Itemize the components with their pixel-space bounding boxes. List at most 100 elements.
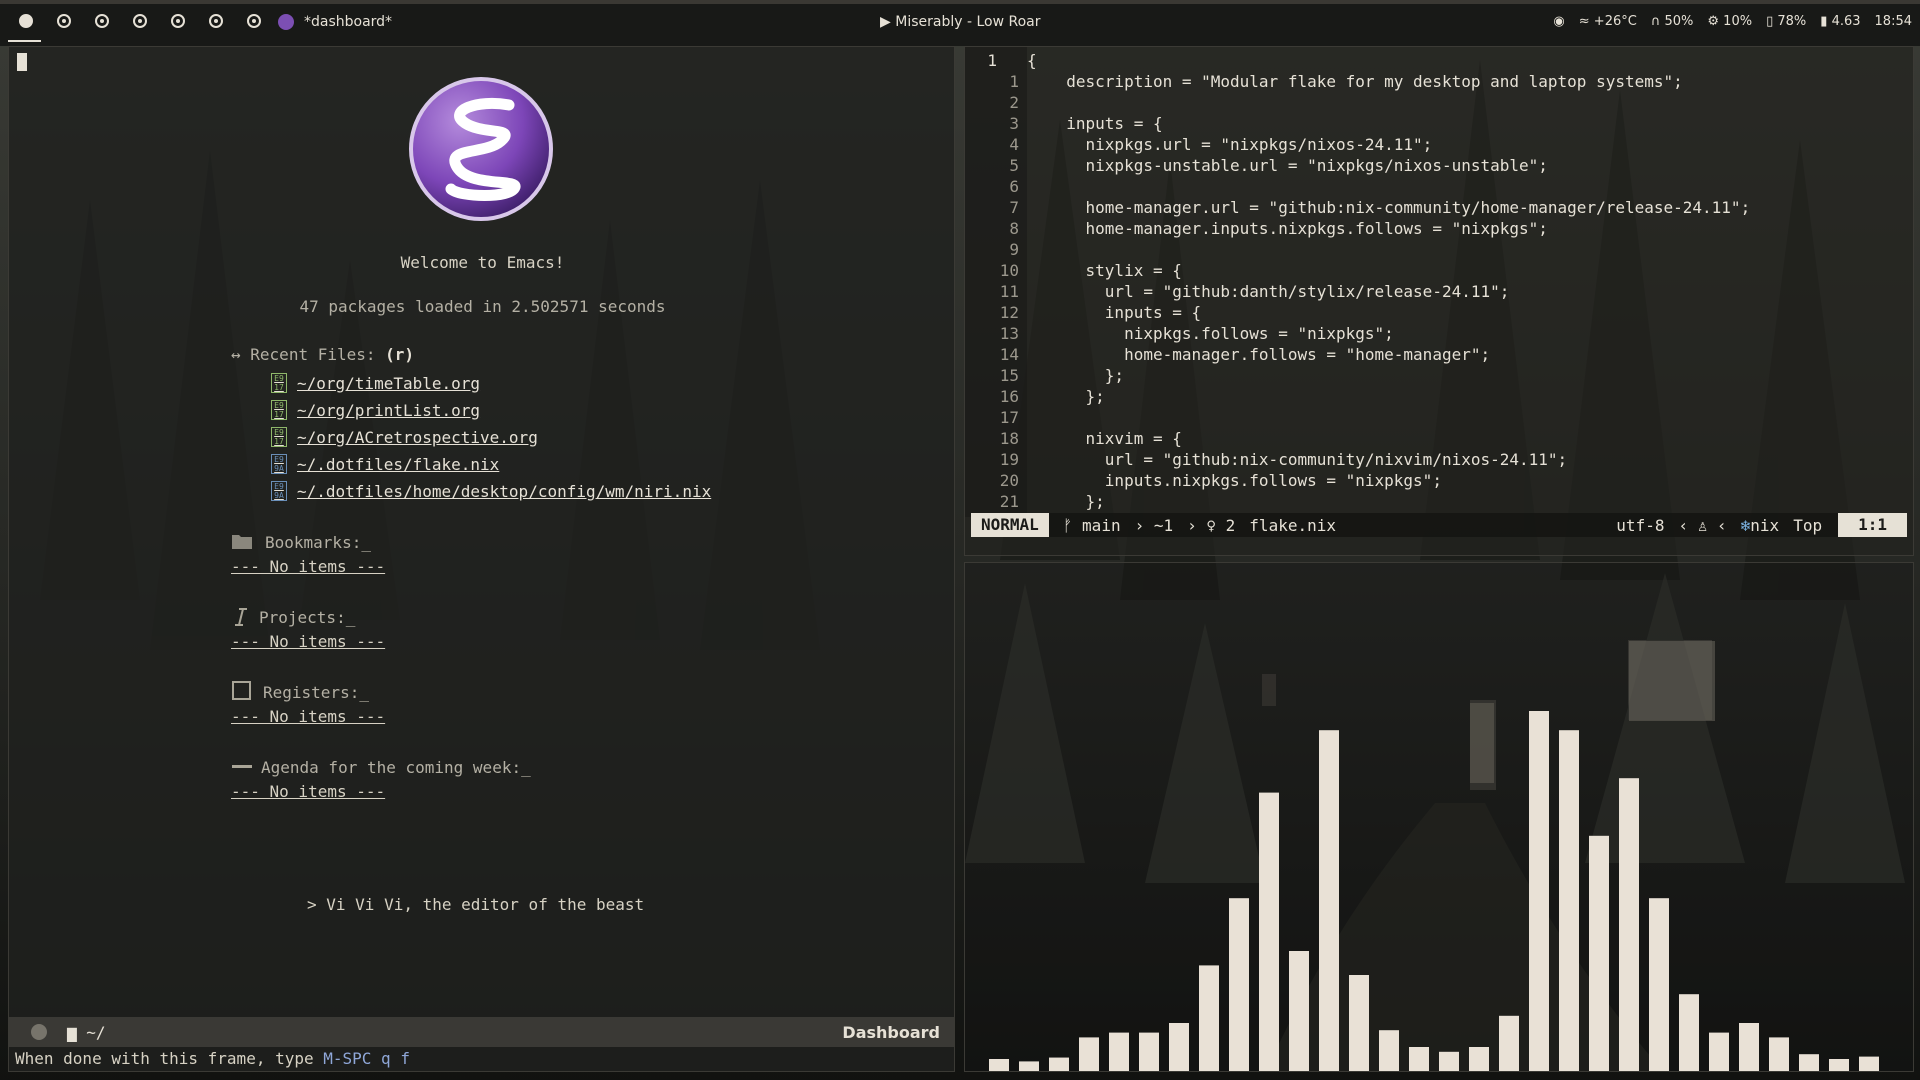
visualizer-bar [1769, 1037, 1789, 1071]
agenda-icon [232, 765, 252, 768]
nix-snowflake-icon: ❄ [1740, 515, 1751, 535]
folder-icon: ▆ [67, 1022, 77, 1042]
line-number: 16 [999, 387, 1019, 406]
code-text: nixpkgs.follows = "nixpkgs"; [1047, 324, 1394, 343]
cpu-icon: ⚙ [1707, 14, 1720, 29]
code-text: { [1027, 51, 1037, 70]
system-status: ◉ ≈ +26°C ∩ 50% ⚙ 10% ▯ 78% ▮ 4.63 18:54 [1553, 14, 1912, 29]
file-encoding: utf-8 [1616, 515, 1665, 535]
agenda-heading[interactable]: Agenda for the coming week:_ [261, 758, 531, 777]
recent-file-3[interactable]: E9 17 ~/org/ACretrospective.org [271, 427, 538, 447]
visualizer-bar [1739, 1023, 1759, 1071]
workspace-3-indicator[interactable] [95, 14, 109, 28]
steam-icon[interactable]: ◉ [1553, 14, 1564, 29]
keybinding-hint: M-SPC q f [323, 1049, 410, 1068]
projects-heading[interactable]: Projects:_ [259, 608, 355, 627]
line-number: 11 [999, 282, 1019, 301]
code-text: nixpkgs-unstable.url = "nixpkgs/nixos-un… [1047, 156, 1548, 175]
temperature-readout: ≈ +26°C [1578, 14, 1637, 29]
recent-file-2[interactable]: E9 17 ~/org/printList.org [271, 400, 480, 420]
visualizer-bar [989, 1059, 1009, 1071]
git-changes: › ~1 [1134, 515, 1174, 535]
workspace-1-indicator[interactable] [19, 14, 33, 28]
workspace-6-indicator[interactable] [209, 14, 223, 28]
recent-file-path[interactable]: ~/.dotfiles/flake.nix [297, 455, 499, 474]
welcome-message: Welcome to Emacs! [400, 253, 565, 272]
visualizer-bar [1259, 792, 1279, 1071]
line-number: 5 [1009, 156, 1019, 175]
vim-mode-indicator: NORMAL [971, 513, 1049, 537]
load-readout: ▮ 4.63 [1820, 14, 1861, 29]
recent-file-5[interactable]: E9 9A ~/.dotfiles/home/desktop/config/wm… [271, 481, 711, 501]
visualizer-bar [1529, 711, 1549, 1071]
visualizer-bar [1619, 778, 1639, 1071]
line-number: 15 [999, 366, 1019, 385]
line-number: 1 [987, 51, 997, 70]
line-number: 2 [1009, 93, 1019, 112]
nix-file-icon: E9 9A [271, 481, 287, 501]
workspace-5-indicator[interactable] [171, 14, 185, 28]
file-name: flake.nix [1249, 515, 1336, 535]
code-text: description = "Modular flake for my desk… [1047, 72, 1683, 91]
modeline-directory: ▆ ~/ [67, 1022, 106, 1042]
minibuffer[interactable]: When done with this frame, type M-SPC q … [9, 1047, 954, 1071]
recent-file-path[interactable]: ~/.dotfiles/home/desktop/config/wm/niri.… [297, 482, 711, 501]
memory-readout: ▯ 78% [1766, 14, 1807, 29]
active-workspace-underline [8, 40, 41, 42]
audio-visualizer [964, 562, 1914, 1072]
play-icon[interactable]: ▶ [880, 14, 891, 30]
clock: 18:54 [1874, 14, 1912, 29]
visualizer-bar [1349, 975, 1369, 1071]
cursor-position: 1:1 [1838, 513, 1907, 537]
headphones-icon: ∩ [1650, 14, 1661, 29]
code-text: url = "github:nix-community/nixvim/nixos… [1047, 450, 1568, 469]
modeline-buffer-name: Dashboard [842, 1022, 940, 1042]
visualizer-bar [1169, 1023, 1189, 1071]
line-number: 21 [999, 492, 1019, 511]
memory-icon: ▯ [1766, 14, 1774, 29]
recent-file-path[interactable]: ~/org/printList.org [297, 401, 480, 420]
line-number: 17 [999, 408, 1019, 427]
registers-heading[interactable]: Registers:_ [263, 683, 369, 702]
recent-file-path[interactable]: ~/org/timeTable.org [297, 374, 480, 393]
workspace-7-indicator[interactable] [247, 14, 261, 28]
visualizer-bar [1079, 1037, 1099, 1071]
visualizer-bar [1319, 730, 1339, 1071]
bookmarks-empty: --- No items --- [231, 557, 386, 576]
workspace-4-indicator[interactable] [133, 14, 147, 28]
line-number: 12 [999, 303, 1019, 322]
line-number: 9 [1009, 240, 1019, 259]
recent-file-4[interactable]: E9 9A ~/.dotfiles/flake.nix [271, 454, 499, 474]
buffer-state-icon [31, 1024, 47, 1040]
text-cursor [17, 53, 27, 71]
bookmarks-heading[interactable]: Bookmarks:_ [265, 533, 371, 552]
visualizer-bar [1499, 1015, 1519, 1071]
visualizer-bars [965, 573, 1905, 1071]
code-text: inputs = { [1047, 303, 1202, 322]
line-number: 3 [1009, 114, 1019, 133]
emacs-app-icon [278, 14, 294, 30]
visualizer-bar [1199, 965, 1219, 1071]
top-bar: *dashboard* ▶ Miserably - Low Roar ◉ ≈ +… [0, 0, 1920, 46]
lsp-icon: ‹ ♙ ‹ [1678, 515, 1727, 535]
recent-files-heading[interactable]: ↔ Recent Files: (r) [231, 345, 414, 364]
code-text: }; [1047, 387, 1105, 406]
visualizer-bar [1559, 730, 1579, 1071]
code-text: nixpkgs.url = "nixpkgs/nixos-24.11"; [1047, 135, 1433, 154]
lightbulb-icon: ♀ [1206, 515, 1217, 535]
neovim-editor[interactable]: 1 {1 description = "Modular flake for my … [964, 46, 1914, 556]
arrows-icon: ↔ [231, 345, 241, 364]
recent-file-1[interactable]: E9 17 ~/org/timeTable.org [271, 373, 480, 393]
packages-loaded: 47 packages loaded in 2.502571 seconds [299, 297, 666, 316]
media-player[interactable]: ▶ Miserably - Low Roar [880, 14, 1040, 30]
emacs-dashboard-frame[interactable]: Welcome to Emacs! 47 packages loaded in … [8, 46, 955, 1072]
code-text: nixvim = { [1047, 429, 1182, 448]
visualizer-bar [1649, 898, 1669, 1071]
code-text: inputs.nixpkgs.follows = "nixpkgs"; [1047, 471, 1442, 490]
workspace-2-indicator[interactable] [57, 14, 71, 28]
registers-icon [232, 681, 251, 700]
code-text: home-manager.url = "github:nix-community… [1047, 198, 1751, 217]
recent-file-path[interactable]: ~/org/ACretrospective.org [297, 428, 538, 447]
visualizer-bar [1019, 1061, 1039, 1071]
top-bar-accent [0, 0, 1920, 4]
